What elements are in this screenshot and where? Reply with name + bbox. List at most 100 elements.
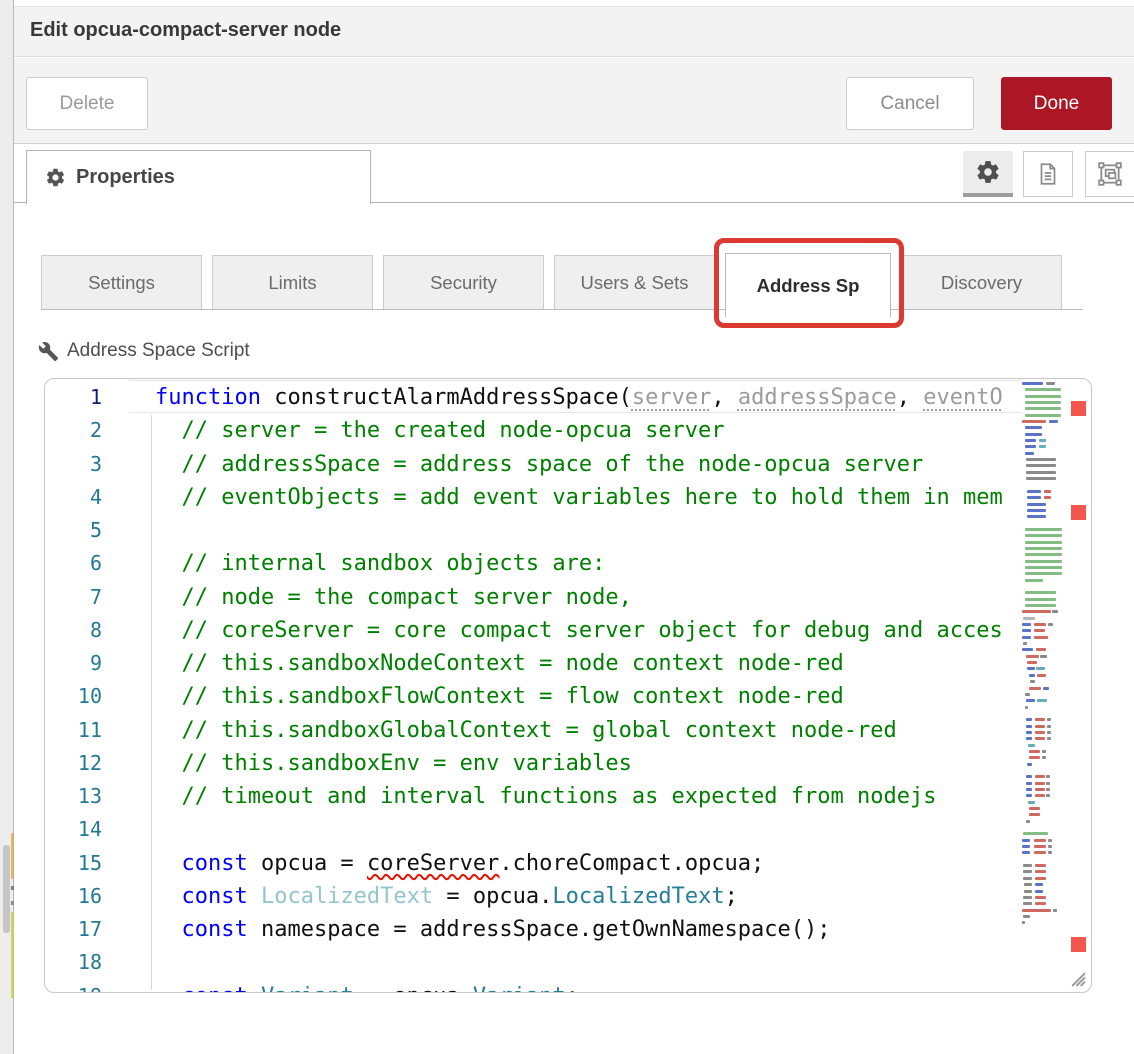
code-line[interactable]: // internal sandbox objects are: (155, 547, 1022, 580)
code-line[interactable]: // eventObjects = add event variables he… (155, 481, 1022, 514)
code-token: // this.sandboxEnv = env variables (155, 751, 632, 776)
code-area[interactable]: function constructAlarmAddressSpace(serv… (155, 381, 1022, 993)
code-line[interactable]: // timeout and interval functions as exp… (155, 780, 1022, 813)
node-description-button[interactable] (1023, 151, 1073, 197)
tab-security[interactable]: Security (383, 255, 544, 309)
code-line[interactable]: // this.sandboxGlobalContext = global co… (155, 714, 1022, 747)
line-number: 1 (45, 381, 128, 414)
minimap-line (1022, 617, 1064, 620)
minimap-line (1022, 541, 1064, 544)
minimap-line (1022, 426, 1064, 429)
code-token: = opcua. (354, 984, 473, 994)
code-line[interactable]: // server = the created node-opcua serve… (155, 414, 1022, 447)
tab-label: Settings (88, 272, 155, 294)
tab-limits[interactable]: Limits (212, 255, 373, 309)
code-line[interactable]: const opcua = coreServer.choreCompact.op… (155, 847, 1022, 880)
minimap-line (1022, 801, 1064, 804)
minimap-line (1022, 763, 1064, 766)
delete-button[interactable]: Delete (26, 77, 148, 130)
line-number: 10 (45, 680, 128, 713)
minimap-line (1022, 890, 1064, 893)
line-number: 8 (45, 614, 128, 647)
line-number: 18 (45, 946, 128, 979)
minimap-line (1022, 839, 1064, 842)
gear-icon (975, 159, 1001, 185)
done-button[interactable]: Done (1001, 77, 1112, 130)
code-line[interactable]: // node = the compact server node, (155, 581, 1022, 614)
minimap-line (1022, 623, 1064, 626)
code-token: .choreCompact.opcua; (499, 851, 764, 876)
code-line[interactable]: // addressSpace = address space of the n… (155, 448, 1022, 481)
code-line[interactable] (155, 813, 1022, 846)
minimap-line (1022, 744, 1064, 747)
code-line[interactable]: function constructAlarmAddressSpace(serv… (155, 381, 1022, 414)
resize-handle-icon[interactable] (1069, 970, 1086, 987)
tab-label: Discovery (941, 272, 1022, 294)
minimap-line (1022, 388, 1064, 391)
line-number: 15 (45, 847, 128, 880)
minimap-line (1022, 382, 1064, 385)
cancel-button[interactable]: Cancel (846, 77, 974, 130)
node-properties-button[interactable] (963, 151, 1013, 197)
tab-settings[interactable]: Settings (41, 255, 202, 309)
minimap-line (1022, 712, 1064, 715)
editor-minimap[interactable] (1022, 382, 1064, 938)
minimap-line (1022, 642, 1064, 645)
code-token: = opcua. (433, 884, 552, 909)
minimap-line (1022, 407, 1064, 410)
minimap-line (1022, 433, 1064, 436)
code-line[interactable] (155, 514, 1022, 547)
line-number: 13 (45, 780, 128, 813)
minimap-line (1022, 718, 1064, 721)
workspace-scrollbar-thumb[interactable] (3, 845, 10, 933)
error-marker[interactable] (1071, 401, 1086, 416)
minimap-line (1022, 667, 1064, 670)
tab-users-sets[interactable]: Users & Sets (554, 255, 715, 309)
tab-label: Users & Sets (581, 272, 689, 294)
workspace-strip (0, 0, 14, 1054)
code-token: LocalizedText (552, 884, 724, 909)
indent-guide (151, 415, 152, 990)
minimap-line (1022, 775, 1064, 778)
line-number: 3 (45, 448, 128, 481)
tab-address-sp[interactable]: Address Sp (725, 253, 891, 317)
minimap-line (1022, 547, 1064, 550)
minimap-line (1022, 680, 1064, 683)
tab-properties[interactable]: Properties (26, 150, 371, 204)
tab-discovery[interactable]: Discovery (901, 255, 1062, 309)
minimap-line (1022, 769, 1064, 772)
code-line[interactable]: // this.sandboxEnv = env variables (155, 747, 1022, 780)
line-number: 11 (45, 714, 128, 747)
minimap-line (1022, 471, 1064, 474)
minimap-line (1022, 902, 1064, 905)
code-editor[interactable]: 12345678910111213141516171819 function c… (44, 378, 1092, 993)
error-marker[interactable] (1071, 505, 1086, 520)
line-number: 6 (45, 547, 128, 580)
line-number: 4 (45, 481, 128, 514)
code-token: Variant (473, 984, 566, 994)
minimap-line (1022, 503, 1064, 506)
line-number: 12 (45, 747, 128, 780)
code-line[interactable] (155, 946, 1022, 979)
code-token: namespace = addressSpace.getOwnNamespace… (248, 917, 831, 942)
code-token: constructAlarmAddressSpace( (261, 385, 632, 410)
code-line[interactable]: const LocalizedText = opcua.LocalizedTex… (155, 880, 1022, 913)
code-token: , (711, 385, 738, 410)
minimap-line (1022, 401, 1064, 404)
code-token: // coreServer = core compact server obje… (155, 618, 1003, 643)
line-number: 17 (45, 913, 128, 946)
properties-tab-label: Properties (76, 166, 175, 189)
tab-label: Address Sp (757, 275, 860, 297)
error-marker[interactable] (1071, 937, 1086, 952)
minimap-line (1022, 496, 1064, 499)
node-appearance-button[interactable] (1085, 151, 1134, 197)
code-line[interactable]: // this.sandboxNodeContext = node contex… (155, 647, 1022, 680)
minimap-line (1022, 845, 1064, 848)
code-line[interactable]: const namespace = addressSpace.getOwnNam… (155, 913, 1022, 946)
code-line[interactable]: const Variant = opcua.Variant; (155, 980, 1022, 994)
minimap-line (1022, 414, 1064, 417)
minimap-line (1022, 534, 1064, 537)
code-line[interactable]: // this.sandboxFlowContext = flow contex… (155, 680, 1022, 713)
minimap-line (1022, 750, 1064, 753)
code-line[interactable]: // coreServer = core compact server obje… (155, 614, 1022, 647)
